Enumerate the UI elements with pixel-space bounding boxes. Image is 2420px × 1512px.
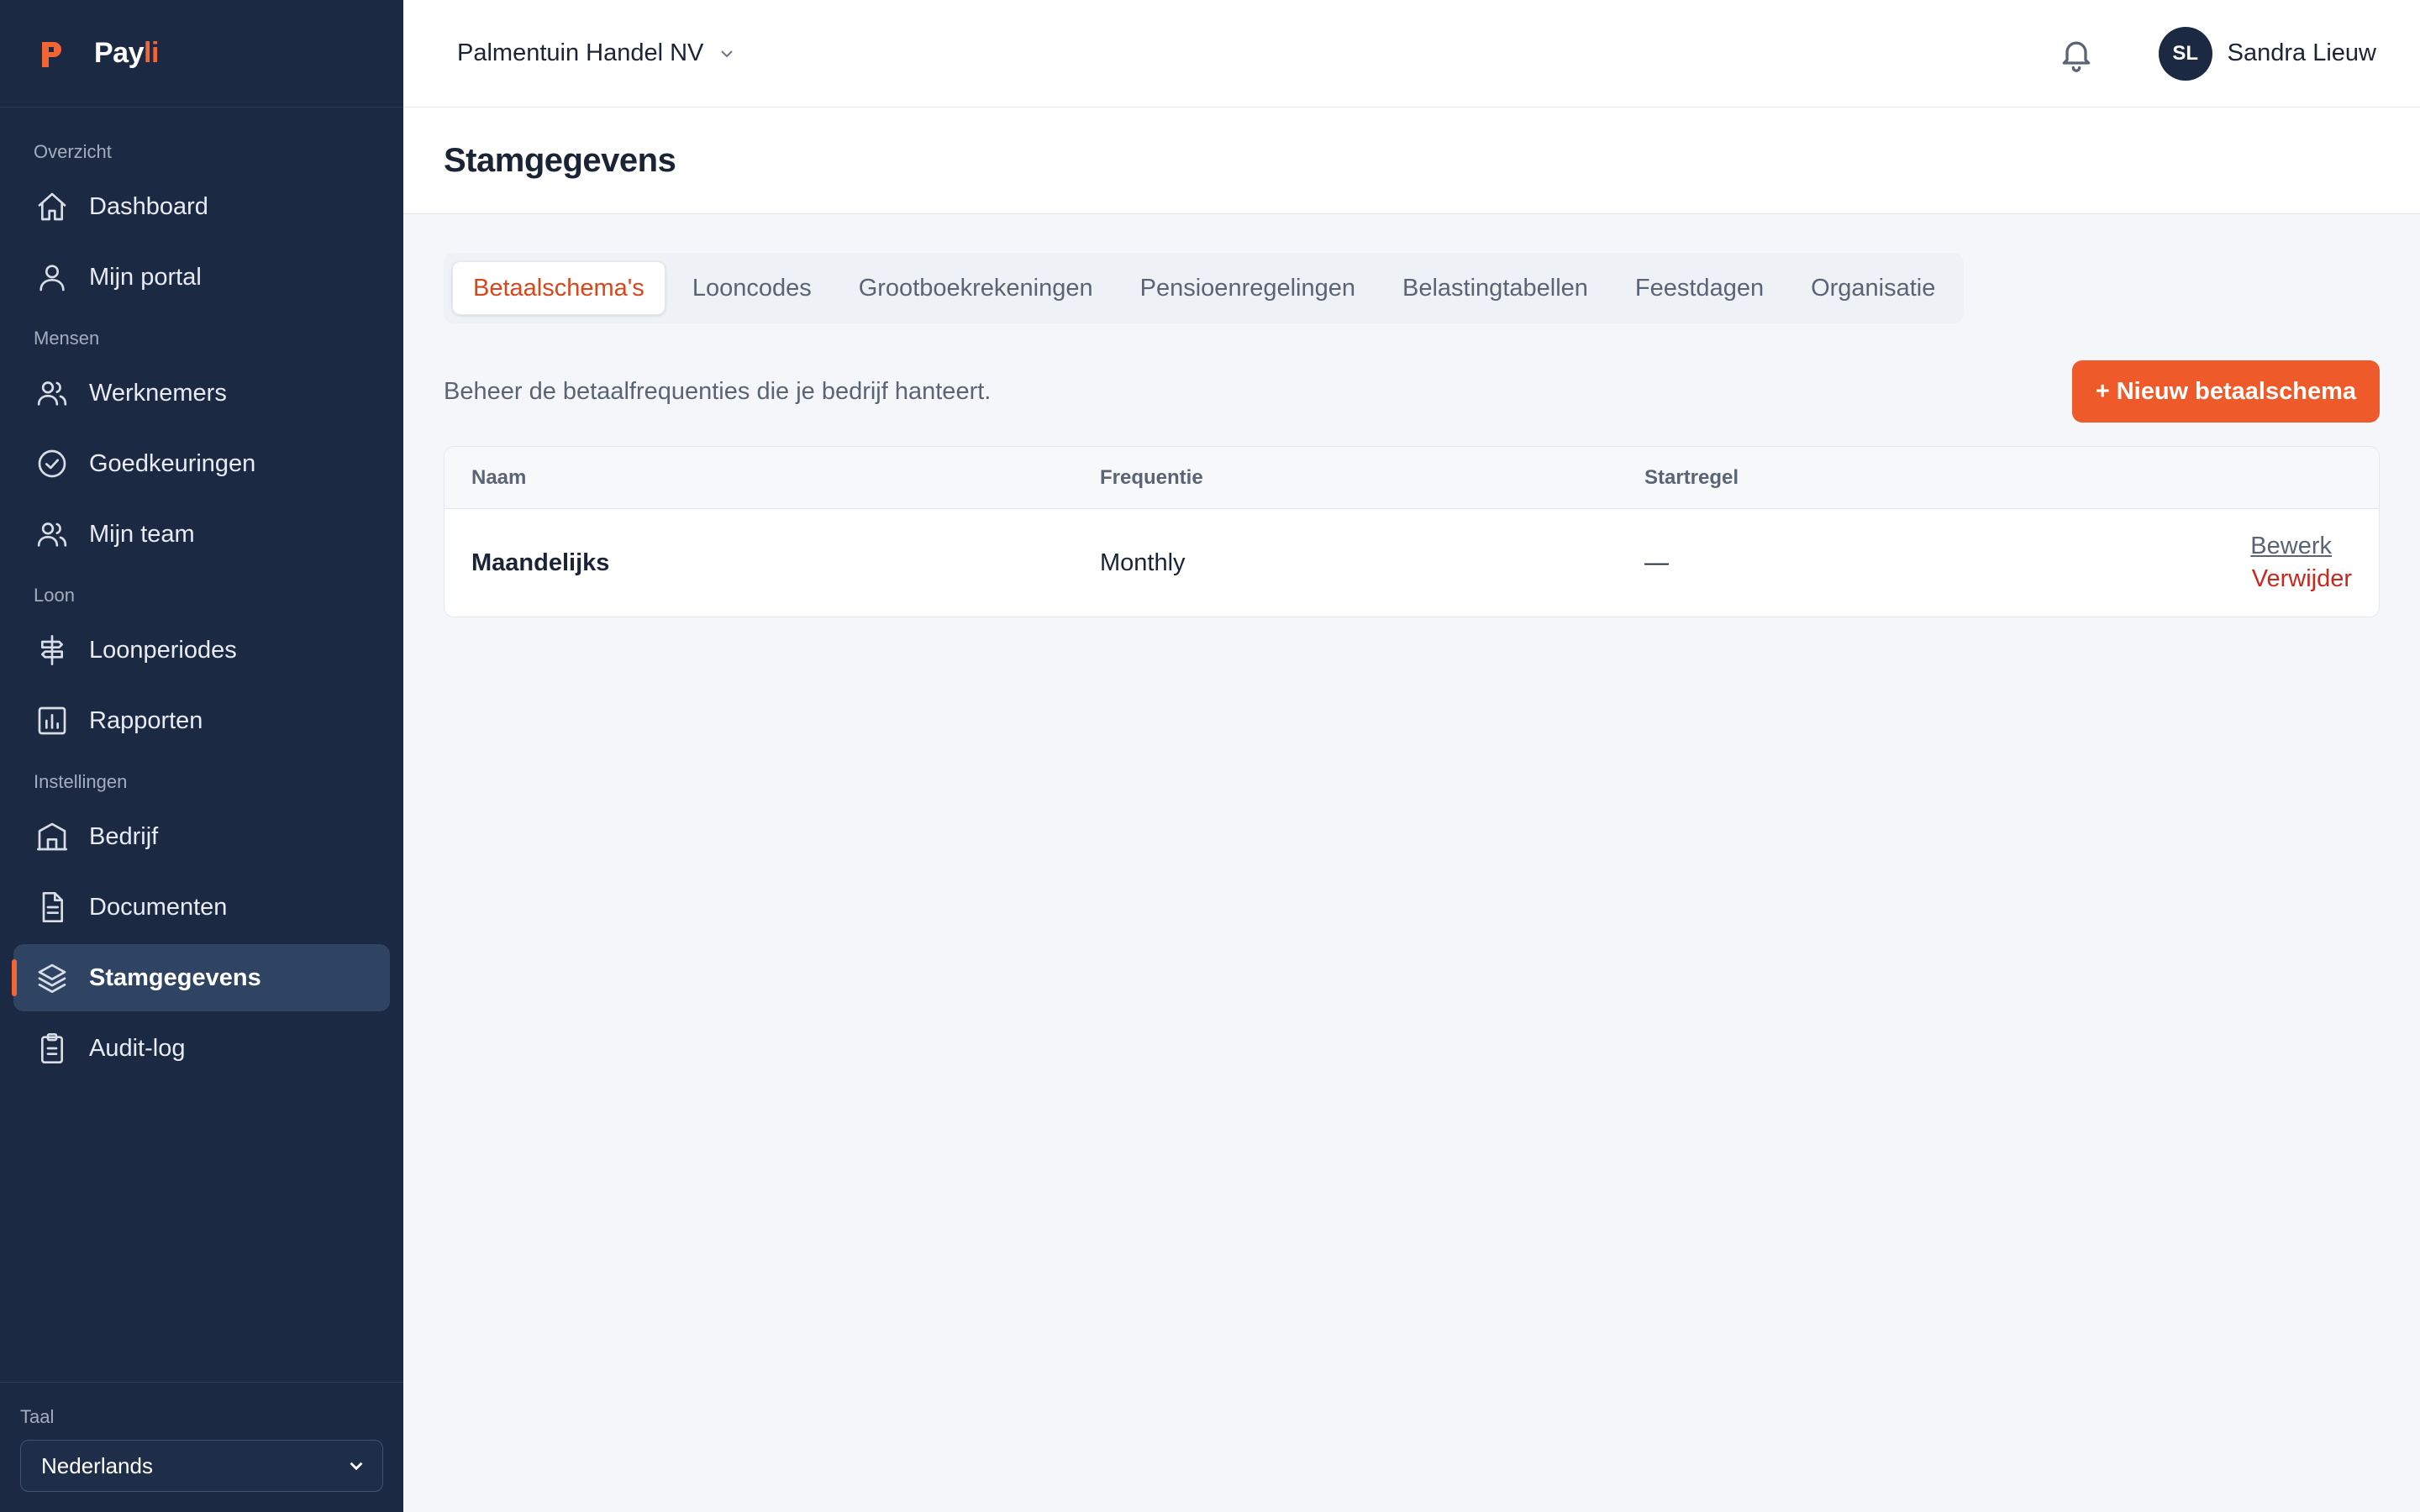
layers-icon bbox=[38, 963, 66, 993]
section-description: Beheer de betaalfrequenties die je bedri… bbox=[444, 377, 992, 405]
sidebar-item-stamgegevens[interactable]: Stamgegevens bbox=[12, 944, 390, 1011]
building-icon bbox=[37, 822, 67, 851]
tab-feestdagen[interactable]: Feestdagen bbox=[1615, 261, 1784, 315]
check-circle-icon bbox=[38, 449, 66, 478]
nav-section-overzicht: Overzicht bbox=[34, 141, 112, 162]
new-payment-schedule-button[interactable]: + Nieuw betaalschema bbox=[2071, 360, 2380, 423]
home-icon bbox=[38, 192, 66, 221]
language-label: Taal bbox=[20, 1406, 55, 1427]
language-picker: Taal Nederlands bbox=[0, 1382, 403, 1512]
team-icon bbox=[37, 522, 67, 547]
nav-section-instellingen: Instellingen bbox=[34, 771, 128, 792]
bell-icon bbox=[2062, 41, 2090, 72]
page-header: Stamgegevens bbox=[403, 108, 2420, 214]
cell-frequency: Monthly bbox=[1100, 549, 1186, 576]
document-icon bbox=[42, 892, 63, 922]
nav-section-mensen: Mensen bbox=[34, 328, 100, 349]
cell-start-rule: — bbox=[1644, 549, 1669, 576]
sidebar-item-loonperiodes[interactable]: Loonperiodes bbox=[13, 617, 390, 684]
column-header-startregel: Startregel bbox=[1644, 465, 1739, 489]
table-row: Maandelijks Monthly — Bewerk Verwijder bbox=[445, 509, 2379, 617]
sidebar-item-audit-log[interactable]: Audit-log bbox=[13, 1015, 390, 1082]
tab-betaalschemas[interactable]: Betaalschema's bbox=[452, 261, 666, 315]
payment-schedules-table: Naam Frequentie Startregel Maandelijks M… bbox=[444, 446, 2380, 617]
sidebar-item-label: Mijn portal bbox=[89, 263, 202, 291]
users-icon bbox=[37, 381, 67, 406]
sidebar-item-label: Audit-log bbox=[89, 1034, 186, 1062]
sidebar-item-label: Documenten bbox=[89, 893, 228, 921]
topbar: Palmentuin Handel NV SL Sandra Lieuw bbox=[403, 0, 2420, 108]
cell-name: Maandelijks bbox=[471, 549, 610, 576]
sidebar-item-label: Goedkeuringen bbox=[89, 449, 256, 477]
sidebar-item-rapporten[interactable]: Rapporten bbox=[13, 687, 390, 754]
notifications-button[interactable] bbox=[2058, 35, 2095, 72]
sidebar-item-documenten[interactable]: Documenten bbox=[13, 874, 390, 941]
sidebar-item-label: Stamgegevens bbox=[89, 963, 261, 991]
column-header-naam: Naam bbox=[471, 465, 527, 489]
sidebar-item-label: Loonperiodes bbox=[89, 636, 237, 664]
sidebar-item-dashboard[interactable]: Dashboard bbox=[13, 173, 390, 240]
table-header: Naam Frequentie Startregel bbox=[445, 447, 2379, 509]
avatar[interactable]: SL bbox=[2158, 26, 2212, 81]
clipboard-icon bbox=[41, 1033, 63, 1063]
sidebar-item-mijn-portal[interactable]: Mijn portal bbox=[13, 244, 390, 311]
edit-link[interactable]: Bewerk bbox=[2250, 533, 2332, 560]
sidebar-item-label: Rapporten bbox=[89, 706, 203, 734]
brand[interactable]: Payli bbox=[0, 0, 403, 108]
nav-section-loon: Loon bbox=[34, 585, 75, 606]
sidebar-item-label: Dashboard bbox=[89, 192, 208, 220]
tab-looncodes[interactable]: Looncodes bbox=[672, 261, 832, 315]
sidebar-item-label: Mijn team bbox=[89, 520, 195, 548]
sidebar-item-mijn-team[interactable]: Mijn team bbox=[13, 501, 390, 568]
row-actions: Bewerk Verwijder bbox=[2127, 533, 2379, 593]
toolbar: Beheer de betaalfrequenties die je bedri… bbox=[444, 360, 2380, 423]
tab-grootboekrekeningen[interactable]: Grootboekrekeningen bbox=[839, 261, 1113, 315]
main-area: Palmentuin Handel NV SL Sandra Lieuw Sta… bbox=[403, 0, 2420, 1512]
tab-organisatie[interactable]: Organisatie bbox=[1791, 261, 1955, 315]
tab-belastingtabellen[interactable]: Belastingtabellen bbox=[1382, 261, 1608, 315]
delete-link[interactable]: Verwijder bbox=[2252, 565, 2352, 593]
tab-bar: Betaalschema's Looncodes Grootboekrekeni… bbox=[444, 253, 1965, 323]
sidebar: Payli Overzicht Dashboard Mijn portal Me… bbox=[0, 0, 403, 1512]
payli-logo-icon bbox=[42, 41, 61, 67]
company-switcher[interactable]: Palmentuin Handel NV bbox=[457, 39, 737, 67]
language-select[interactable]: Nederlands bbox=[20, 1440, 383, 1492]
content: Betaalschema's Looncodes Grootboekrekeni… bbox=[403, 214, 2420, 617]
sidebar-item-werknemers[interactable]: Werknemers bbox=[13, 360, 390, 427]
language-value: Nederlands bbox=[41, 1452, 153, 1478]
signpost-icon bbox=[41, 635, 63, 665]
bar-chart-icon bbox=[38, 706, 66, 735]
page-title: Stamgegevens bbox=[444, 141, 676, 179]
user-name[interactable]: Sandra Lieuw bbox=[2228, 39, 2376, 67]
sidebar-item-goedkeuringen[interactable]: Goedkeuringen bbox=[13, 430, 390, 497]
chevron-down-icon bbox=[350, 1462, 363, 1471]
column-header-frequentie: Frequentie bbox=[1100, 465, 1203, 489]
tab-pensioenregelingen[interactable]: Pensioenregelingen bbox=[1120, 261, 1376, 315]
user-icon bbox=[39, 265, 65, 291]
brand-name: Payli bbox=[94, 37, 159, 69]
chevron-down-icon bbox=[721, 50, 734, 57]
company-name: Palmentuin Handel NV bbox=[457, 39, 704, 66]
sidebar-item-bedrijf[interactable]: Bedrijf bbox=[13, 803, 390, 870]
topbar-right: SL Sandra Lieuw bbox=[2058, 26, 2376, 81]
sidebar-item-label: Werknemers bbox=[89, 379, 227, 407]
sidebar-item-label: Bedrijf bbox=[89, 822, 159, 850]
sidebar-nav: Overzicht Dashboard Mijn portal Mensen W… bbox=[0, 108, 403, 1382]
